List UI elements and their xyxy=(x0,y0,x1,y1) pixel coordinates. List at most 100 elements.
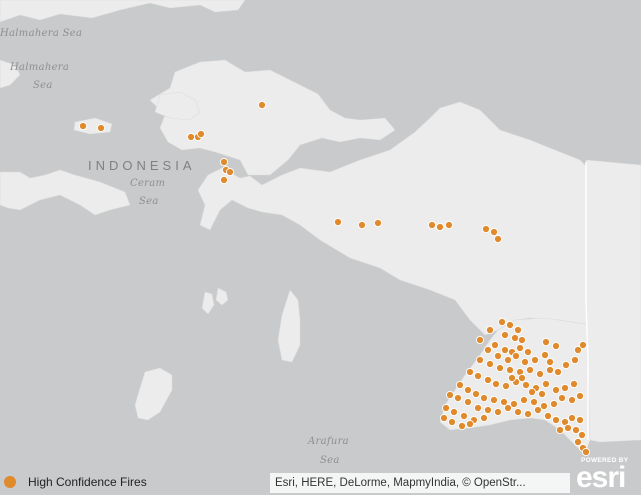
fire-point[interactable] xyxy=(501,381,511,391)
fire-point[interactable] xyxy=(523,409,533,419)
fire-point[interactable] xyxy=(557,393,567,403)
fire-point[interactable] xyxy=(513,325,523,335)
fire-point[interactable] xyxy=(500,345,510,355)
fire-point[interactable] xyxy=(533,405,543,415)
fire-point[interactable] xyxy=(489,395,499,405)
fire-point[interactable] xyxy=(475,335,485,345)
fire-point[interactable] xyxy=(333,217,343,227)
fire-point[interactable] xyxy=(479,393,489,403)
fire-point[interactable] xyxy=(537,389,547,399)
fire-point[interactable] xyxy=(563,423,573,433)
fire-point[interactable] xyxy=(549,399,559,409)
fire-point[interactable] xyxy=(573,437,583,447)
fire-point[interactable] xyxy=(257,100,267,110)
fire-point[interactable] xyxy=(449,407,459,417)
fire-point[interactable] xyxy=(513,407,523,417)
fire-point[interactable] xyxy=(465,419,475,429)
fire-point[interactable] xyxy=(541,337,551,347)
fire-point[interactable] xyxy=(529,397,539,407)
fire-point[interactable] xyxy=(485,359,495,369)
fire-point[interactable] xyxy=(575,415,585,425)
fire-point[interactable] xyxy=(441,403,451,413)
fire-point[interactable] xyxy=(427,220,437,230)
fire-point[interactable] xyxy=(96,123,106,133)
fire-point[interactable] xyxy=(530,355,540,365)
fire-point[interactable] xyxy=(483,345,493,355)
fire-point[interactable] xyxy=(455,380,465,390)
fire-point[interactable] xyxy=(511,351,521,361)
fire-point[interactable] xyxy=(521,380,531,390)
fire-point[interactable] xyxy=(507,373,517,383)
fire-point[interactable] xyxy=(540,350,550,360)
fire-point[interactable] xyxy=(551,415,561,425)
fire-point[interactable] xyxy=(439,413,449,423)
fire-point[interactable] xyxy=(505,365,515,375)
fire-point[interactable] xyxy=(483,375,493,385)
fire-point[interactable] xyxy=(567,413,577,423)
fire-point[interactable] xyxy=(500,330,510,340)
fire-point[interactable] xyxy=(503,403,513,413)
esri-logo[interactable]: POWERED BY esri xyxy=(573,455,641,495)
fire-point[interactable] xyxy=(525,365,535,375)
fire-point[interactable] xyxy=(561,360,571,370)
fire-point[interactable] xyxy=(560,383,570,393)
fire-point[interactable] xyxy=(517,335,527,345)
fire-point[interactable] xyxy=(497,317,507,327)
fire-point[interactable] xyxy=(475,355,485,365)
fire-point[interactable] xyxy=(577,430,587,440)
fire-point[interactable] xyxy=(459,411,469,421)
fire-point[interactable] xyxy=(578,340,588,350)
fire-point[interactable] xyxy=(570,355,580,365)
fire-point[interactable] xyxy=(444,220,454,230)
fire-point[interactable] xyxy=(545,357,555,367)
fire-point[interactable] xyxy=(493,351,503,361)
fire-point[interactable] xyxy=(527,387,537,397)
fire-point[interactable] xyxy=(503,355,513,365)
fire-point[interactable] xyxy=(485,325,495,335)
fire-point[interactable] xyxy=(357,220,367,230)
fire-point[interactable] xyxy=(575,391,585,401)
fire-point[interactable] xyxy=(541,379,551,389)
fire-point[interactable] xyxy=(571,425,581,435)
fire-point[interactable] xyxy=(551,341,561,351)
fire-point[interactable] xyxy=(519,395,529,405)
fire-point[interactable] xyxy=(473,371,483,381)
fire-point[interactable] xyxy=(465,367,475,377)
fire-point[interactable] xyxy=(219,175,229,185)
fire-point[interactable] xyxy=(569,379,579,389)
fire-point[interactable] xyxy=(535,369,545,379)
fire-point[interactable] xyxy=(457,421,467,431)
fire-point[interactable] xyxy=(479,413,489,423)
fire-point[interactable] xyxy=(505,320,515,330)
fire-point[interactable] xyxy=(186,132,196,142)
fire-point[interactable] xyxy=(481,224,491,234)
fire-point[interactable] xyxy=(493,407,503,417)
attribution-text[interactable]: Esri, HERE, DeLorme, MapmyIndia, © OpenS… xyxy=(270,473,570,493)
fire-point[interactable] xyxy=(523,347,533,357)
fire-point[interactable] xyxy=(373,218,383,228)
fire-point[interactable] xyxy=(520,357,530,367)
fire-point[interactable] xyxy=(545,365,555,375)
fire-point[interactable] xyxy=(543,411,553,421)
fire-point[interactable] xyxy=(551,385,561,395)
fire-point[interactable] xyxy=(489,227,499,237)
fire-point[interactable] xyxy=(483,405,493,415)
map[interactable]: Halmahera Sea Halmahera Sea INDONESIA Ce… xyxy=(0,0,641,495)
fire-point[interactable] xyxy=(493,234,503,244)
fire-point[interactable] xyxy=(445,390,455,400)
fire-point[interactable] xyxy=(453,393,463,403)
fire-point[interactable] xyxy=(196,129,206,139)
fire-point[interactable] xyxy=(225,167,235,177)
fire-point[interactable] xyxy=(515,343,525,353)
fire-point[interactable] xyxy=(463,397,473,407)
fire-point[interactable] xyxy=(473,403,483,413)
fire-point[interactable] xyxy=(463,385,473,395)
fire-point[interactable] xyxy=(567,395,577,405)
fire-point[interactable] xyxy=(471,389,481,399)
fire-point[interactable] xyxy=(435,222,445,232)
fire-point[interactable] xyxy=(490,340,500,350)
fire-point[interactable] xyxy=(447,417,457,427)
fire-point[interactable] xyxy=(495,363,505,373)
fire-point[interactable] xyxy=(491,379,501,389)
fire-point[interactable] xyxy=(510,333,520,343)
